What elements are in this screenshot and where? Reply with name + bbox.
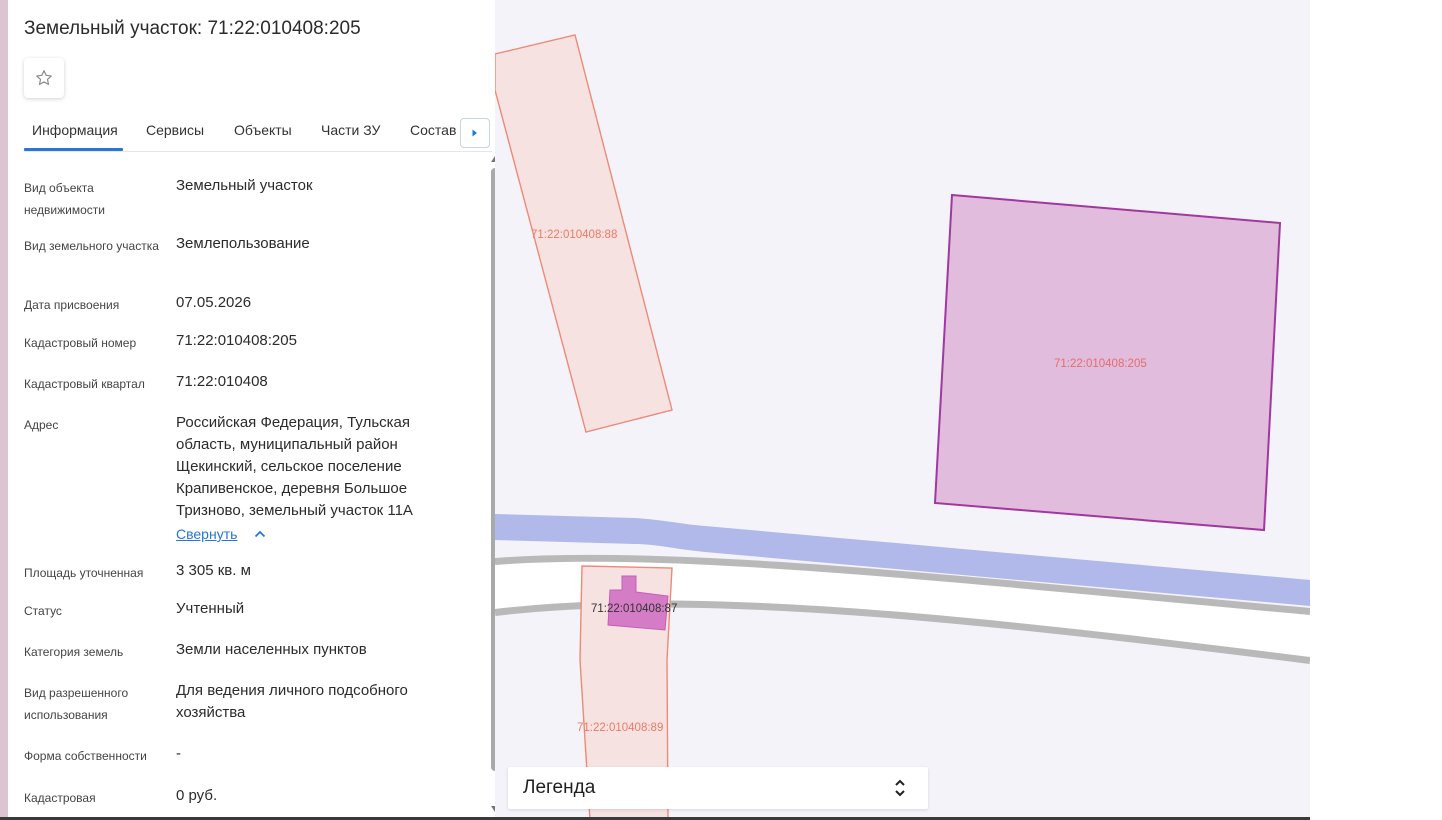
field-value: 07.05.2026 bbox=[176, 294, 252, 311]
field-label: Категория земель bbox=[24, 645, 124, 659]
page-title: Земельный участок: 71:22:010408:205 bbox=[24, 18, 361, 39]
chevron-up-down-icon bbox=[895, 779, 905, 797]
field-value: Учтенный bbox=[176, 600, 245, 617]
map-canvas[interactable]: 71:22:010408:88 71:22:010408:205 71:22:0… bbox=[495, 0, 1310, 820]
field-value: Российская Федерация, Тульская область, … bbox=[176, 414, 413, 519]
tab-composition[interactable]: Состав bbox=[410, 122, 456, 138]
field-value: Земельный участок bbox=[176, 177, 313, 194]
chevron-up-icon[interactable] bbox=[254, 530, 266, 538]
triangle-right-icon bbox=[472, 129, 477, 137]
right-blank-area bbox=[1310, 0, 1442, 820]
field-value: - bbox=[176, 745, 181, 762]
tab-parcel-parts[interactable]: Части ЗУ bbox=[321, 122, 380, 138]
field-value: Землепользование bbox=[176, 235, 310, 252]
field-value: 71:22:010408 bbox=[176, 373, 268, 390]
field-value: 71:22:010408:205 bbox=[176, 332, 297, 349]
map-layer: 71:22:010408:88 71:22:010408:205 71:22:0… bbox=[495, 34, 1310, 820]
parcel-label: 71:22:010408:89 bbox=[577, 722, 663, 734]
field-label: Вид земельного участка bbox=[24, 239, 159, 253]
favorite-button[interactable] bbox=[24, 58, 64, 98]
info-panel: Земельный участок: 71:22:010408:205 Инфо… bbox=[8, 0, 495, 820]
tab-services[interactable]: Сервисы bbox=[146, 122, 204, 138]
field-label: Дата присвоения bbox=[24, 298, 120, 312]
tab-information[interactable]: Информация bbox=[32, 122, 118, 138]
field-label: Вид объекта недвижимости bbox=[24, 181, 105, 217]
star-outline-icon bbox=[36, 70, 52, 85]
field-value: 3 305 кв. м bbox=[176, 562, 251, 579]
field-label: Кадастровый квартал bbox=[24, 377, 145, 391]
field-label: Кадастровая стоимость bbox=[24, 791, 96, 820]
field-value: Земли населенных пунктов bbox=[176, 641, 367, 658]
field-label: Форма собственности bbox=[24, 749, 147, 763]
tab-bar: Информация Сервисы Объекты Части ЗУ Сост… bbox=[24, 112, 492, 152]
window-left-edge bbox=[0, 0, 8, 820]
parcel-label: 71:22:010408:205 bbox=[1054, 358, 1147, 370]
field-label: Площадь уточненная bbox=[24, 566, 144, 580]
field-label: Адрес bbox=[24, 418, 59, 432]
legend-toggle[interactable]: Легенда bbox=[508, 767, 928, 809]
parcel-label: 71:22:010408:87 bbox=[591, 603, 677, 615]
legend-label: Легенда bbox=[523, 777, 596, 798]
field-value: Для ведения личного подсобного хозяйства bbox=[176, 682, 408, 721]
tab-objects[interactable]: Объекты bbox=[234, 122, 292, 138]
field-value: 0 руб. bbox=[176, 787, 218, 804]
collapse-link[interactable]: Свернуть bbox=[176, 526, 237, 542]
details-list: Вид объекта недвижимости Земельный участ… bbox=[24, 155, 482, 820]
field-label: Кадастровый номер bbox=[24, 336, 137, 350]
parcel-label: 71:22:010408:88 bbox=[531, 229, 617, 241]
field-label: Вид разрешенного использования bbox=[24, 686, 129, 722]
tabs-next-button[interactable] bbox=[460, 118, 490, 148]
field-label: Статус bbox=[24, 604, 62, 618]
active-tab-indicator bbox=[24, 148, 123, 151]
